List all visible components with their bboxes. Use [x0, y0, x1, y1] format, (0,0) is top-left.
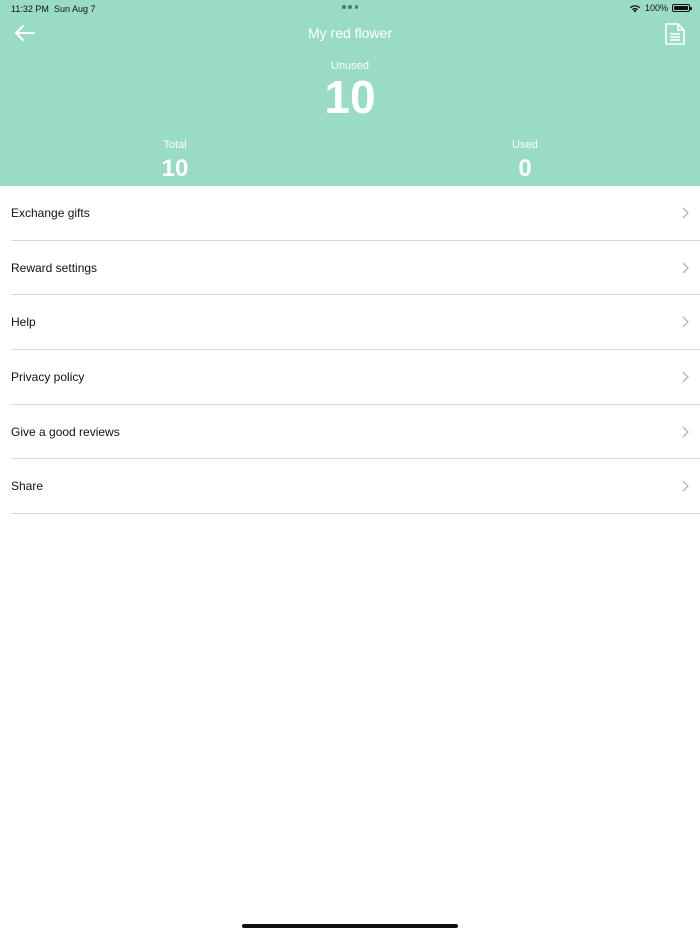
- menu-item-label: Reward settings: [11, 260, 98, 275]
- menu-item-share[interactable]: Share: [11, 459, 700, 515]
- unused-value: 10: [324, 71, 376, 123]
- total-label: Total: [163, 139, 187, 151]
- total-value: 10: [161, 155, 189, 182]
- multitasking-dots-icon[interactable]: [342, 3, 358, 11]
- header: 11:32 PM Sun Aug 7 100% My red flower Un…: [0, 0, 700, 186]
- menu-item-label: Share: [11, 479, 44, 494]
- chevron-right-icon: [682, 426, 689, 438]
- menu-item-label: Privacy policy: [11, 370, 85, 385]
- chevron-right-icon: [682, 480, 689, 492]
- battery-percentage: 100%: [644, 3, 668, 13]
- chevron-right-icon: [682, 316, 689, 328]
- battery-icon: [672, 4, 692, 12]
- menu-item-label: Help: [11, 315, 36, 330]
- menu-item-reward-settings[interactable]: Reward settings: [11, 241, 700, 296]
- status-date: Sun Aug 7: [54, 4, 96, 14]
- menu-item-give-review[interactable]: Give a good reviews: [11, 405, 700, 460]
- arrow-left-icon: [15, 25, 35, 41]
- menu-item-help[interactable]: Help: [11, 295, 700, 351]
- wifi-icon: [629, 4, 640, 12]
- home-indicator[interactable]: [242, 924, 458, 928]
- chevron-right-icon: [682, 371, 689, 383]
- status-indicators: 100%: [629, 3, 692, 13]
- menu-item-label: Give a good reviews: [11, 424, 120, 439]
- status-bar: 11:32 PM Sun Aug 7 100%: [0, 0, 700, 18]
- status-time: 11:32 PM: [11, 4, 49, 14]
- document-button[interactable]: [664, 22, 686, 46]
- chevron-right-icon: [682, 262, 689, 274]
- chevron-right-icon: [682, 207, 689, 219]
- menu-item-label: Exchange gifts: [11, 206, 90, 220]
- page-title: My red flower: [307, 25, 393, 41]
- menu-item-exchange-gifts[interactable]: Exchange gifts: [11, 186, 700, 241]
- used-label: Used: [512, 139, 538, 151]
- used-value: 0: [518, 155, 532, 182]
- document-icon: [665, 23, 685, 45]
- back-button[interactable]: [12, 22, 38, 44]
- settings-menu: Exchange gifts Reward settings Help Priv…: [0, 186, 700, 515]
- menu-item-privacy-policy[interactable]: Privacy policy: [11, 350, 700, 405]
